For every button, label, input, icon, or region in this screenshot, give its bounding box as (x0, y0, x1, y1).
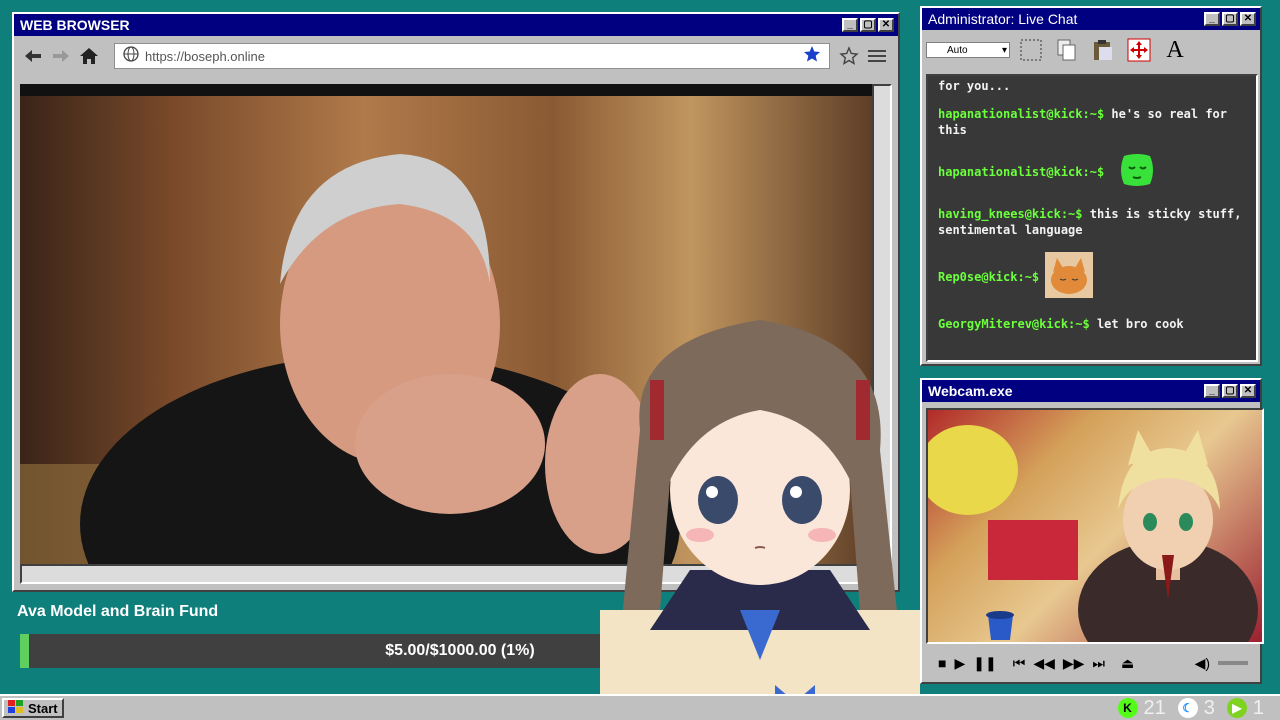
eject-icon[interactable]: ⏏ (1121, 655, 1134, 672)
move-icon[interactable] (1124, 35, 1154, 65)
vtuber-avatar (600, 320, 920, 720)
play-icon[interactable]: ▶ (1226, 698, 1247, 718)
webcam-character-image (928, 425, 1258, 642)
close-button[interactable]: ✕ (1240, 384, 1256, 398)
chat-message: Rep0se@kick:~$ (938, 252, 1246, 302)
minimize-button[interactable]: _ (1204, 12, 1220, 26)
chat-log[interactable]: for you... hapanationalist@kick:~$ he's … (926, 74, 1258, 362)
menu-icon[interactable] (864, 43, 890, 69)
tray-count-kick: 21 (1143, 696, 1166, 719)
back-arrow-icon[interactable] (20, 43, 46, 69)
chat-message: GeorgyMiterev@kick:~$ let bro cook (938, 316, 1246, 332)
chevron-down-icon: ▾ (1001, 44, 1007, 56)
stop-icon[interactable]: ■ (938, 655, 946, 671)
taskbar: Start K 21 ☾ 3 ▶ 1 (0, 694, 1280, 720)
webcam-titlebar[interactable]: Webcam.exe _ ▢ ✕ (922, 380, 1260, 402)
chat-toolbar: Auto ▾ A (922, 30, 1260, 70)
font-icon[interactable]: A (1160, 35, 1190, 65)
chat-partial-line: for you... (938, 79, 1011, 93)
fund-status: $5.00/$1000.00 (1%) (385, 642, 535, 659)
url-text: https://boseph.online (145, 48, 265, 64)
cat-emote-icon (1045, 252, 1094, 302)
rewind-icon[interactable]: ◀◀ (1033, 655, 1055, 672)
green-face-emote-icon (1118, 152, 1156, 192)
chat-username[interactable]: Rep0se@kick:~$ (938, 269, 1039, 285)
close-button[interactable]: ✕ (878, 18, 894, 32)
webcam-window: Webcam.exe _ ▢ ✕ ■ ▶ ❚❚ ⏮ ◀◀ ▶▶ ⏭ ⏏ ◀) (920, 378, 1264, 684)
chat-username[interactable]: having_knees@kick:~$ (938, 207, 1083, 221)
tray-count-moon: 3 (1203, 696, 1215, 719)
chat-username[interactable]: hapanationalist@kick:~$ (938, 164, 1104, 180)
chat-titlebar[interactable]: Administrator: Live Chat _ ▢ ✕ (922, 8, 1260, 30)
chat-username[interactable]: GeorgyMiterev@kick:~$ (938, 317, 1090, 331)
address-bar[interactable]: https://boseph.online (114, 43, 830, 69)
close-button[interactable]: ✕ (1240, 12, 1256, 26)
volume-icon[interactable]: ◀) (1195, 655, 1210, 672)
play-icon[interactable]: ▶ (954, 655, 965, 672)
minimize-button[interactable]: _ (1204, 384, 1220, 398)
start-label: Start (28, 700, 58, 716)
bookmark-star-filled-icon[interactable] (803, 45, 821, 68)
home-icon[interactable] (76, 43, 102, 69)
chat-message: hapanationalist@kick:~$ (938, 152, 1246, 192)
copy-icon[interactable] (1052, 35, 1082, 65)
pause-icon[interactable]: ❚❚ (973, 655, 996, 672)
select-tool-icon[interactable] (1016, 35, 1046, 65)
chat-text: let bro cook (1096, 317, 1184, 331)
fund-progress-fill (20, 634, 29, 668)
font-size-select[interactable]: Auto ▾ (926, 42, 1010, 58)
moon-icon[interactable]: ☾ (1177, 698, 1198, 718)
webcam-title: Webcam.exe (928, 383, 1013, 399)
favorites-star-icon[interactable] (836, 43, 862, 69)
font-size-value: Auto (947, 44, 968, 56)
paste-icon[interactable] (1088, 35, 1118, 65)
browser-title: WEB BROWSER (20, 17, 130, 33)
kick-icon[interactable]: K (1117, 698, 1138, 718)
forward-arrow-icon[interactable] (48, 43, 74, 69)
fast-forward-icon[interactable]: ▶▶ (1063, 655, 1085, 672)
windows-logo-icon (8, 699, 24, 717)
browser-toolbar: https://boseph.online (14, 36, 898, 76)
chat-window: Administrator: Live Chat _ ▢ ✕ Auto ▾ A … (920, 6, 1262, 366)
chat-username[interactable]: hapanationalist@kick:~$ (938, 107, 1104, 121)
chat-message: hapanationalist@kick:~$ he's so real for… (938, 106, 1246, 138)
webcam-view (926, 408, 1264, 644)
maximize-button[interactable]: ▢ (1222, 12, 1238, 26)
volume-slider[interactable] (1218, 661, 1248, 665)
maximize-button[interactable]: ▢ (860, 18, 876, 32)
chat-title: Administrator: Live Chat (928, 11, 1078, 27)
tray-count-play: 1 (1252, 696, 1264, 719)
minimize-button[interactable]: _ (842, 18, 858, 32)
start-button[interactable]: Start (2, 698, 64, 718)
maximize-button[interactable]: ▢ (1222, 384, 1238, 398)
media-controls: ■ ▶ ❚❚ ⏮ ◀◀ ▶▶ ⏭ ⏏ ◀) (926, 648, 1260, 678)
skip-forward-icon[interactable]: ⏭ (1092, 655, 1105, 672)
fund-title: Ava Model and Brain Fund (17, 603, 219, 620)
system-tray: K 21 ☾ 3 ▶ 1 (1117, 696, 1271, 720)
chat-message: having_knees@kick:~$ this is sticky stuf… (938, 206, 1246, 238)
browser-titlebar[interactable]: WEB BROWSER _ ▢ ✕ (14, 14, 898, 36)
skip-back-icon[interactable]: ⏮ (1013, 655, 1026, 672)
globe-icon (123, 45, 139, 67)
